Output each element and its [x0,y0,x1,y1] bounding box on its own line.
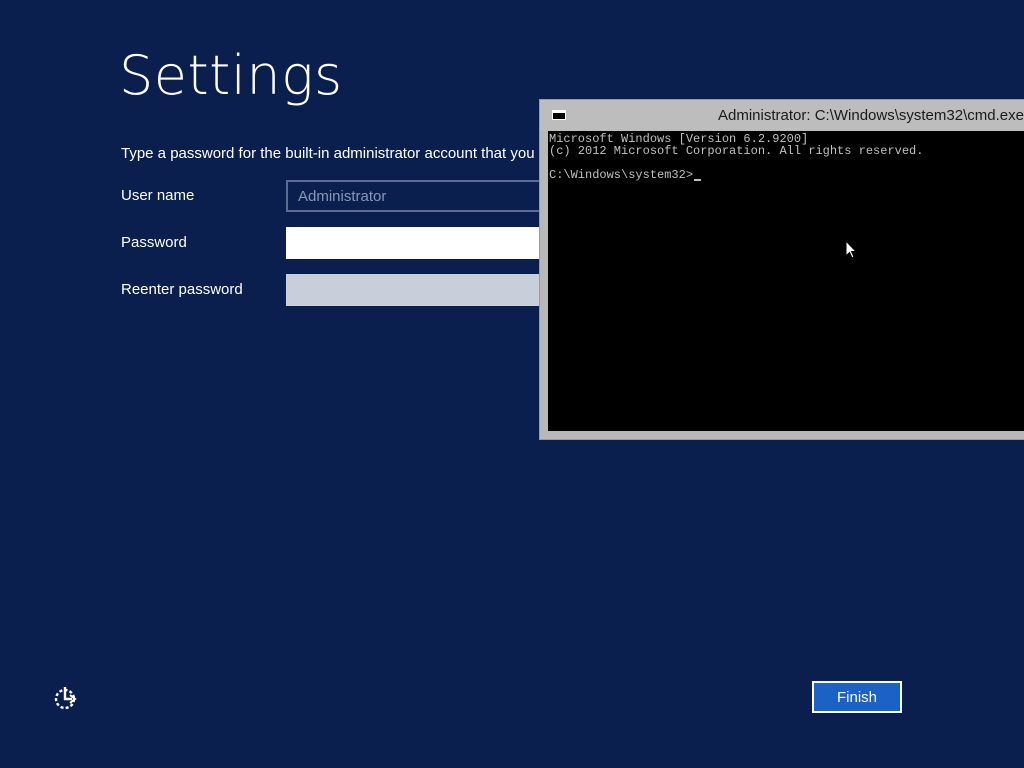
cmd-prompt-line[interactable]: C:\Windows\system32> [549,169,1024,181]
reenter-password-label: Reenter password [121,281,243,298]
username-label: User name [121,187,195,204]
instructions-text: Type a password for the built-in adminis… [121,145,535,162]
ease-of-access-icon[interactable] [52,684,80,712]
password-label: Password [121,234,187,251]
cmd-titlebar[interactable]: Administrator: C:\Windows\system32\cmd.e… [540,100,1024,131]
cmd-prompt: C:\Windows\system32> [549,168,694,182]
finish-button[interactable]: Finish [812,681,902,713]
setup-screen: Settings Type a password for the built-i… [0,0,1024,768]
cmd-app-icon[interactable] [552,110,566,120]
cmd-line-copyright: (c) 2012 Microsoft Corporation. All righ… [549,144,924,158]
mouse-pointer-icon [845,240,858,259]
cmd-window-title: Administrator: C:\Windows\system32\cmd.e… [718,107,1024,124]
page-title: Settings [119,44,343,107]
cmd-window[interactable]: Administrator: C:\Windows\system32\cmd.e… [539,99,1024,440]
text-cursor [694,179,702,181]
cmd-console[interactable]: Microsoft Windows [Version 6.2.9200] (c)… [548,131,1024,431]
